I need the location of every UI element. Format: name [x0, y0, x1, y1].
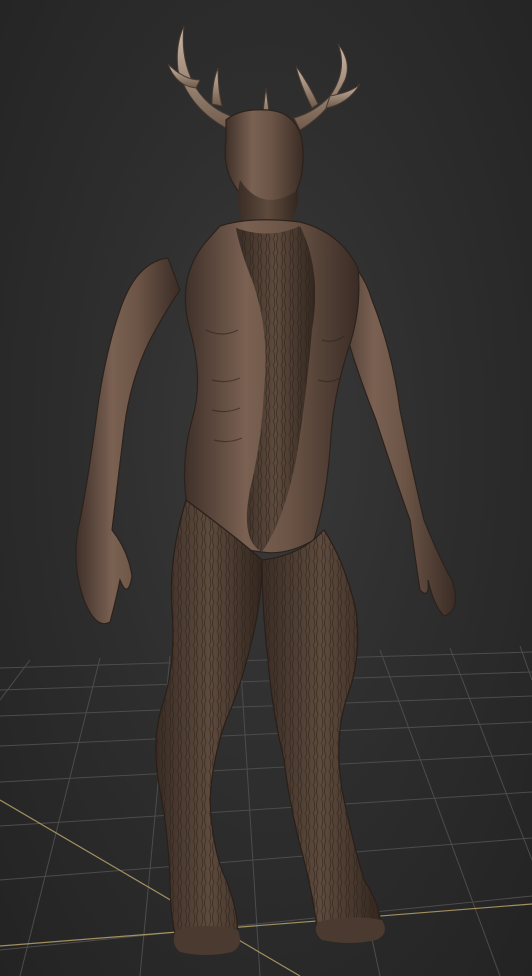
grid-axis-lines: [0, 799, 532, 976]
3d-viewport[interactable]: [0, 0, 532, 976]
ground-grid: [0, 645, 532, 976]
left-arm: [75, 257, 181, 625]
head: [224, 109, 304, 207]
creature-sculpt-model[interactable]: [75, 25, 457, 955]
left-hoof: [173, 926, 240, 955]
viewport-canvas[interactable]: [0, 0, 532, 976]
right-hoof: [315, 917, 385, 943]
